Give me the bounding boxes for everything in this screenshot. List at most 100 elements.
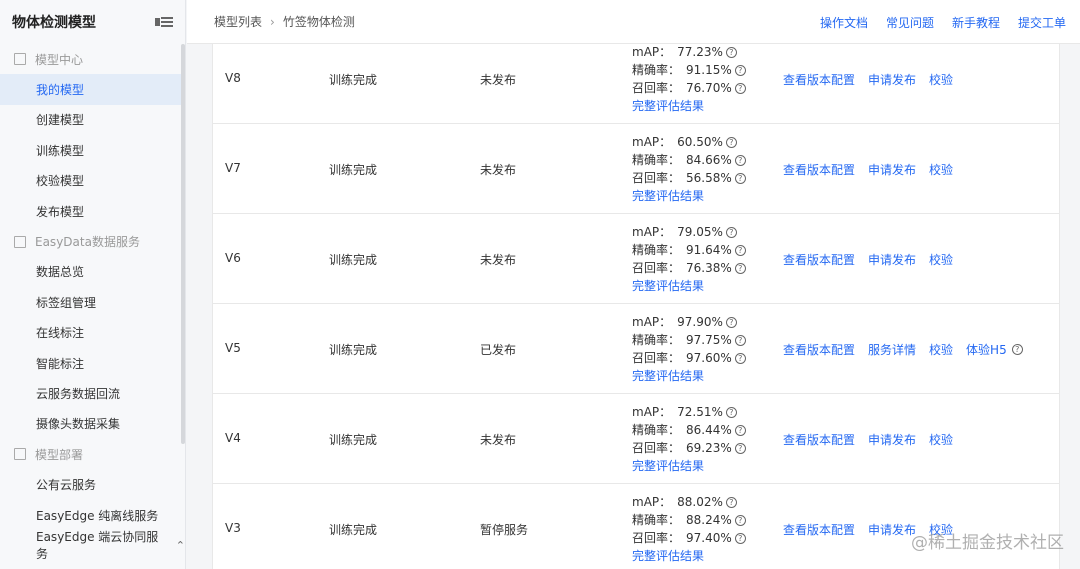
actions-cell: 查看版本配置 服务详情 校验 体验H5?: [783, 341, 1023, 358]
help-icon[interactable]: ?: [734, 244, 746, 256]
sidebar-scrollbar[interactable]: [181, 44, 185, 444]
help-icon[interactable]: ?: [734, 532, 746, 544]
action-link[interactable]: 校验: [929, 71, 953, 88]
sidebar-item-smart-annotation[interactable]: 智能标注: [0, 348, 185, 378]
sidebar-group-model-center[interactable]: 模型中心: [0, 44, 185, 74]
sidebar-item-data-overview[interactable]: 数据总览: [0, 257, 185, 287]
action-link[interactable]: 校验: [929, 251, 953, 268]
action-link[interactable]: 申请发布: [868, 431, 916, 448]
metric-precision: 精确率： 84.66%?: [632, 151, 746, 169]
sidebar-group-deploy[interactable]: 模型部署: [0, 439, 185, 469]
full-eval-link[interactable]: 完整评估结果: [632, 277, 746, 295]
action-link[interactable]: 申请发布: [868, 251, 916, 268]
sidebar-item-label: 标签组管理: [36, 295, 97, 310]
sidebar-item-cloud-data-return[interactable]: 云服务数据回流: [0, 378, 185, 408]
sidebar-item-validate-model[interactable]: 校验模型: [0, 166, 185, 196]
action-link[interactable]: 查看版本配置: [783, 521, 855, 538]
breadcrumb-parent[interactable]: 模型列表: [214, 13, 262, 30]
full-eval-link[interactable]: 完整评估结果: [632, 367, 746, 385]
action-link[interactable]: 申请发布: [868, 521, 916, 538]
sidebar-item-easyedge-offline[interactable]: EasyEdge 纯离线服务: [0, 500, 185, 530]
action-link[interactable]: 查看版本配置: [783, 71, 855, 88]
action-link[interactable]: 申请发布: [868, 161, 916, 178]
link-ticket[interactable]: 提交工单: [1018, 14, 1066, 31]
action-link[interactable]: 查看版本配置: [783, 431, 855, 448]
sidebar-item-label-groups[interactable]: 标签组管理: [0, 287, 185, 317]
sidebar-group-label: 模型中心: [35, 52, 84, 67]
table-row: V7 训练完成 未发布 mAP： 60.50%? 精确率： 84.66%? 召回率： 56.58…: [213, 124, 1059, 214]
actions-cell: 查看版本配置 申请发布 校验: [783, 251, 955, 268]
full-eval-link[interactable]: 完整评估结果: [632, 457, 746, 475]
sidebar-item-label: 数据总览: [36, 265, 85, 280]
full-eval-link[interactable]: 完整评估结果: [632, 547, 746, 565]
action-link[interactable]: 校验: [929, 161, 953, 178]
actions-cell: 查看版本配置 申请发布 校验: [783, 161, 955, 178]
metric-map: mAP： 88.02%?: [632, 493, 746, 511]
link-docs[interactable]: 操作文档: [820, 14, 868, 31]
help-icon[interactable]: ?: [734, 352, 746, 364]
metric-label: mAP：: [632, 45, 672, 59]
action-link[interactable]: 服务详情: [868, 341, 916, 358]
help-icon[interactable]: ?: [734, 514, 746, 526]
sidebar-item-public-cloud[interactable]: 公有云服务: [0, 469, 185, 499]
help-icon[interactable]: ?: [725, 226, 737, 238]
link-faq[interactable]: 常见问题: [886, 14, 934, 31]
metric-value: 97.75%: [686, 333, 732, 347]
help-icon[interactable]: ?: [734, 334, 746, 346]
version-cell: V5: [225, 341, 241, 355]
metric-value: 88.24%: [686, 513, 732, 527]
action-link[interactable]: 体验H5: [966, 341, 1007, 358]
help-icon[interactable]: ?: [725, 406, 737, 418]
help-icon[interactable]: ?: [734, 154, 746, 166]
help-icon[interactable]: ?: [734, 82, 746, 94]
help-icon[interactable]: ?: [725, 136, 737, 148]
metric-label: 召回率：: [632, 351, 681, 365]
metric-label: 精确率：: [632, 63, 681, 77]
table-row: V4 训练完成 未发布 mAP： 72.51%? 精确率： 86.44%? 召回率： 69.23…: [213, 394, 1059, 484]
help-icon[interactable]: ?: [734, 442, 746, 454]
sidebar-item-label: 在线标注: [36, 326, 85, 341]
action-link[interactable]: 查看版本配置: [783, 161, 855, 178]
help-icon[interactable]: ?: [1011, 344, 1023, 355]
help-icon[interactable]: ?: [725, 316, 737, 328]
metric-recall: 召回率： 76.70%?: [632, 79, 746, 97]
help-icon[interactable]: ?: [725, 496, 737, 508]
action-link[interactable]: 校验: [929, 341, 953, 358]
action-link[interactable]: 查看版本配置: [783, 341, 855, 358]
metric-value: 76.38%: [686, 261, 732, 275]
action-link[interactable]: 校验: [929, 431, 953, 448]
sidebar-item-label: EasyEdge 纯离线服务: [36, 508, 159, 523]
help-icon[interactable]: ?: [725, 46, 737, 58]
publish-status-cell: 暂停服务: [480, 523, 529, 537]
action-link[interactable]: 查看版本配置: [783, 251, 855, 268]
sidebar-item-label: 训练模型: [36, 143, 85, 158]
sidebar: 物体检测模型 模型中心 我的模型 创建模型 训练模型 校验模型 发布模型 Eas…: [0, 0, 186, 569]
sidebar-item-train-model[interactable]: 训练模型: [0, 135, 185, 165]
sidebar-item-publish-model[interactable]: 发布模型: [0, 196, 185, 226]
sidebar-group-label: 模型部署: [35, 447, 84, 462]
collapse-sidebar-icon[interactable]: [155, 15, 173, 29]
sidebar-item-easyedge-cloud[interactable]: EasyEdge 端云协同服务 ⌃: [0, 530, 185, 561]
sidebar-group-easydata[interactable]: EasyData数据服务: [0, 226, 185, 256]
chevron-up-icon: ⌃: [175, 538, 185, 552]
sidebar-item-online-annotation[interactable]: 在线标注: [0, 318, 185, 348]
full-eval-link[interactable]: 完整评估结果: [632, 187, 746, 205]
metric-label: 精确率：: [632, 333, 681, 347]
metric-label: mAP：: [632, 495, 672, 509]
metric-value: 77.23%: [677, 45, 723, 59]
metric-map: mAP： 97.90%?: [632, 313, 746, 331]
help-icon[interactable]: ?: [734, 64, 746, 76]
sidebar-item-create-model[interactable]: 创建模型: [0, 105, 185, 135]
action-link[interactable]: 申请发布: [868, 71, 916, 88]
publish-status-cell: 未发布: [480, 73, 517, 87]
help-icon[interactable]: ?: [734, 424, 746, 436]
full-eval-link[interactable]: 完整评估结果: [632, 97, 746, 115]
sidebar-item-label: 校验模型: [36, 174, 85, 189]
link-tutorial[interactable]: 新手教程: [952, 14, 1000, 31]
sidebar-item-camera-collection[interactable]: 摄像头数据采集: [0, 409, 185, 439]
table-row: V8 训练完成 未发布 mAP： 77.23%? 精确率： 91.15%? 召回率： 76.70…: [213, 44, 1059, 124]
help-icon[interactable]: ?: [734, 172, 746, 184]
help-icon[interactable]: ?: [734, 262, 746, 274]
sidebar-item-my-models[interactable]: 我的模型: [0, 74, 185, 105]
train-status-cell: 训练完成: [329, 163, 378, 177]
